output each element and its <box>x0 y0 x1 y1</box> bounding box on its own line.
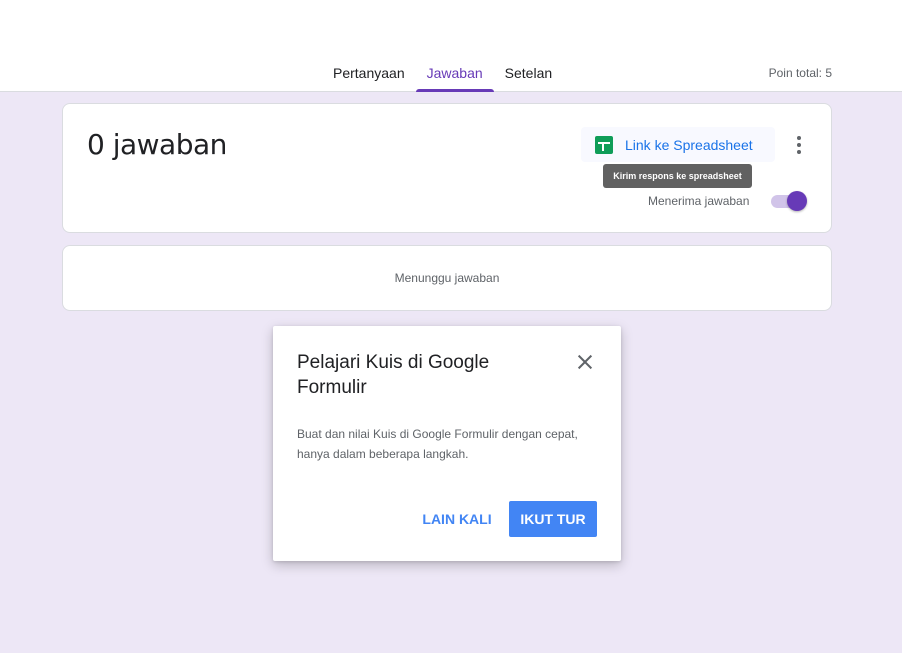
google-sheets-icon <box>595 135 613 154</box>
more-vert-icon <box>797 136 801 140</box>
quiz-intro-dialog: Pelajari Kuis di Google Formulir Buat da… <box>273 326 621 561</box>
tab-pertanyaan[interactable]: Pertanyaan <box>322 56 416 91</box>
spreadsheet-tooltip: Kirim respons ke spreadsheet <box>603 164 752 188</box>
response-count: 0 jawaban <box>87 128 227 161</box>
accepting-responses-toggle[interactable] <box>769 190 809 212</box>
tab-jawaban[interactable]: Jawaban <box>415 56 494 92</box>
dialog-title: Pelajari Kuis di Google Formulir <box>297 352 490 398</box>
top-bar: Pertanyaan Jawaban Setelan Poin total: 5 <box>0 0 902 92</box>
points-total: Poin total: 5 <box>768 66 832 80</box>
tab-setelan[interactable]: Setelan <box>494 56 563 91</box>
waiting-text: Menunggu jawaban <box>394 271 500 285</box>
more-options-button[interactable] <box>789 132 809 158</box>
tab-bar: Pertanyaan Jawaban Setelan <box>322 56 563 92</box>
later-button[interactable]: LAIN KALI <box>413 501 501 537</box>
toggle-thumb <box>787 191 807 211</box>
take-tour-button[interactable]: IKUT TUR <box>509 501 597 537</box>
dialog-body: Buat dan nilai Kuis di Google Formulir d… <box>297 427 578 461</box>
close-icon[interactable] <box>575 352 595 372</box>
waiting-card: Menunggu jawaban <box>62 245 832 311</box>
link-to-spreadsheet-button[interactable]: Link ke Spreadsheet <box>581 127 775 162</box>
link-to-spreadsheet-label: Link ke Spreadsheet <box>625 136 753 153</box>
responses-summary-card: 0 jawaban Link ke Spreadsheet Kirim resp… <box>62 103 832 233</box>
accepting-responses-label: Menerima jawaban <box>648 194 750 208</box>
